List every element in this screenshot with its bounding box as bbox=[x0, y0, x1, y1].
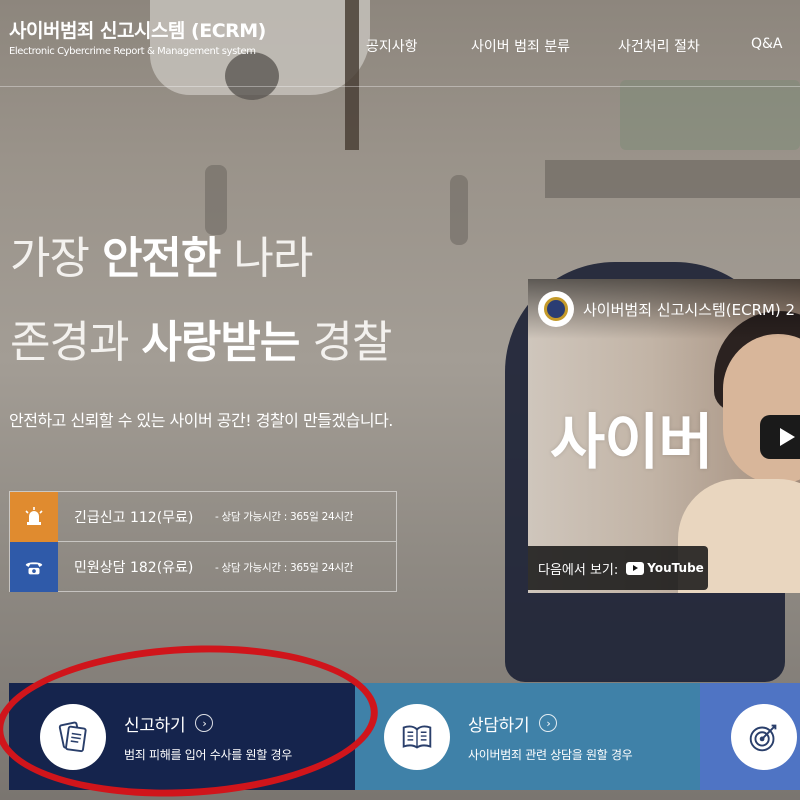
video-overlay-text: 사이버 bbox=[550, 408, 714, 478]
video-embed[interactable]: 사이버범죄 신고시스템(ECRM) 2 사이버 다음에서 보기: YouTube bbox=[528, 279, 800, 593]
nav-notice[interactable]: 공지사항 bbox=[366, 36, 418, 56]
hero-text: 나라 bbox=[220, 233, 313, 284]
play-button[interactable] bbox=[760, 415, 800, 459]
chevron-right-icon[interactable]: › bbox=[539, 714, 558, 732]
hero-emphasis: 사랑받는 bbox=[141, 317, 300, 368]
contact-info-box: 긴급신고 112(무료) - 상담 가능시간 : 365일 24시간 민원상담 … bbox=[9, 491, 397, 592]
watch-on-youtube-button[interactable]: 다음에서 보기: YouTube bbox=[528, 546, 708, 590]
siren-icon bbox=[10, 491, 58, 542]
contact-emergency: 긴급신고 112(무료) - 상담 가능시간 : 365일 24시간 bbox=[10, 491, 396, 542]
hero-subtitle: 안전하고 신뢰할 수 있는 사이버 공간! 경찰이 만들겠습니다. bbox=[9, 411, 393, 430]
target-icon bbox=[731, 703, 797, 770]
youtube-wordmark: YouTube bbox=[647, 561, 704, 575]
third-service-card[interactable] bbox=[700, 683, 800, 790]
site-header: 사이버범죄 신고시스템 (ECRM) Electronic Cybercrime… bbox=[0, 0, 800, 87]
nav-qna[interactable]: Q&A bbox=[751, 36, 783, 52]
hero-emphasis: 안전한 bbox=[101, 233, 221, 284]
site-title[interactable]: 사이버범죄 신고시스템 (ECRM) bbox=[9, 16, 266, 43]
hero-text: 가장 bbox=[10, 233, 102, 284]
consult-card-desc: 사이버범죄 관련 상담을 원할 경우 bbox=[468, 747, 633, 762]
consult-card-text: 상담하기 › 사이버범죄 관련 상담을 원할 경우 bbox=[468, 711, 633, 763]
contact-civil: 민원상담 182(유료) - 상담 가능시간 : 365일 24시간 bbox=[10, 542, 396, 592]
youtube-logo: YouTube bbox=[626, 561, 704, 575]
youtube-icon bbox=[626, 561, 645, 575]
contact-hours: - 상담 가능시간 : 365일 24시간 bbox=[215, 561, 354, 574]
consult-title-label: 상담하기 bbox=[468, 715, 530, 736]
video-title[interactable]: 사이버범죄 신고시스템(ECRM) 2 bbox=[583, 299, 795, 320]
hero-text: 경찰 bbox=[299, 317, 392, 368]
hero-text: 존경과 bbox=[10, 317, 142, 368]
contact-label: 긴급신고 112(무료) bbox=[74, 509, 194, 526]
contact-label: 민원상담 182(유료) bbox=[74, 560, 194, 576]
contact-hours: - 상담 가능시간 : 365일 24시간 bbox=[215, 511, 354, 523]
nav-case-procedure[interactable]: 사건처리 절차 bbox=[618, 36, 700, 56]
police-emblem-icon[interactable] bbox=[538, 291, 574, 327]
bg-bollard bbox=[450, 175, 468, 245]
phone-icon bbox=[10, 542, 58, 592]
bg-planter bbox=[620, 80, 800, 150]
watch-on-label: 다음에서 보기: bbox=[538, 562, 619, 578]
hero-headline-2: 존경과 사랑받는 경찰 bbox=[10, 306, 392, 370]
book-icon bbox=[384, 703, 450, 770]
video-person-face bbox=[723, 334, 800, 484]
site-subtitle: Electronic Cybercrime Report & Managemen… bbox=[9, 46, 256, 57]
play-icon bbox=[780, 428, 795, 446]
consult-card-title: 상담하기 › bbox=[468, 711, 632, 736]
hero-headline-1: 가장 안전한 나라 bbox=[10, 222, 313, 286]
bg-bench bbox=[545, 160, 800, 198]
consult-card[interactable]: 상담하기 › 사이버범죄 관련 상담을 원할 경우 bbox=[355, 683, 700, 790]
nav-crime-types[interactable]: 사이버 범죄 분류 bbox=[471, 36, 570, 56]
